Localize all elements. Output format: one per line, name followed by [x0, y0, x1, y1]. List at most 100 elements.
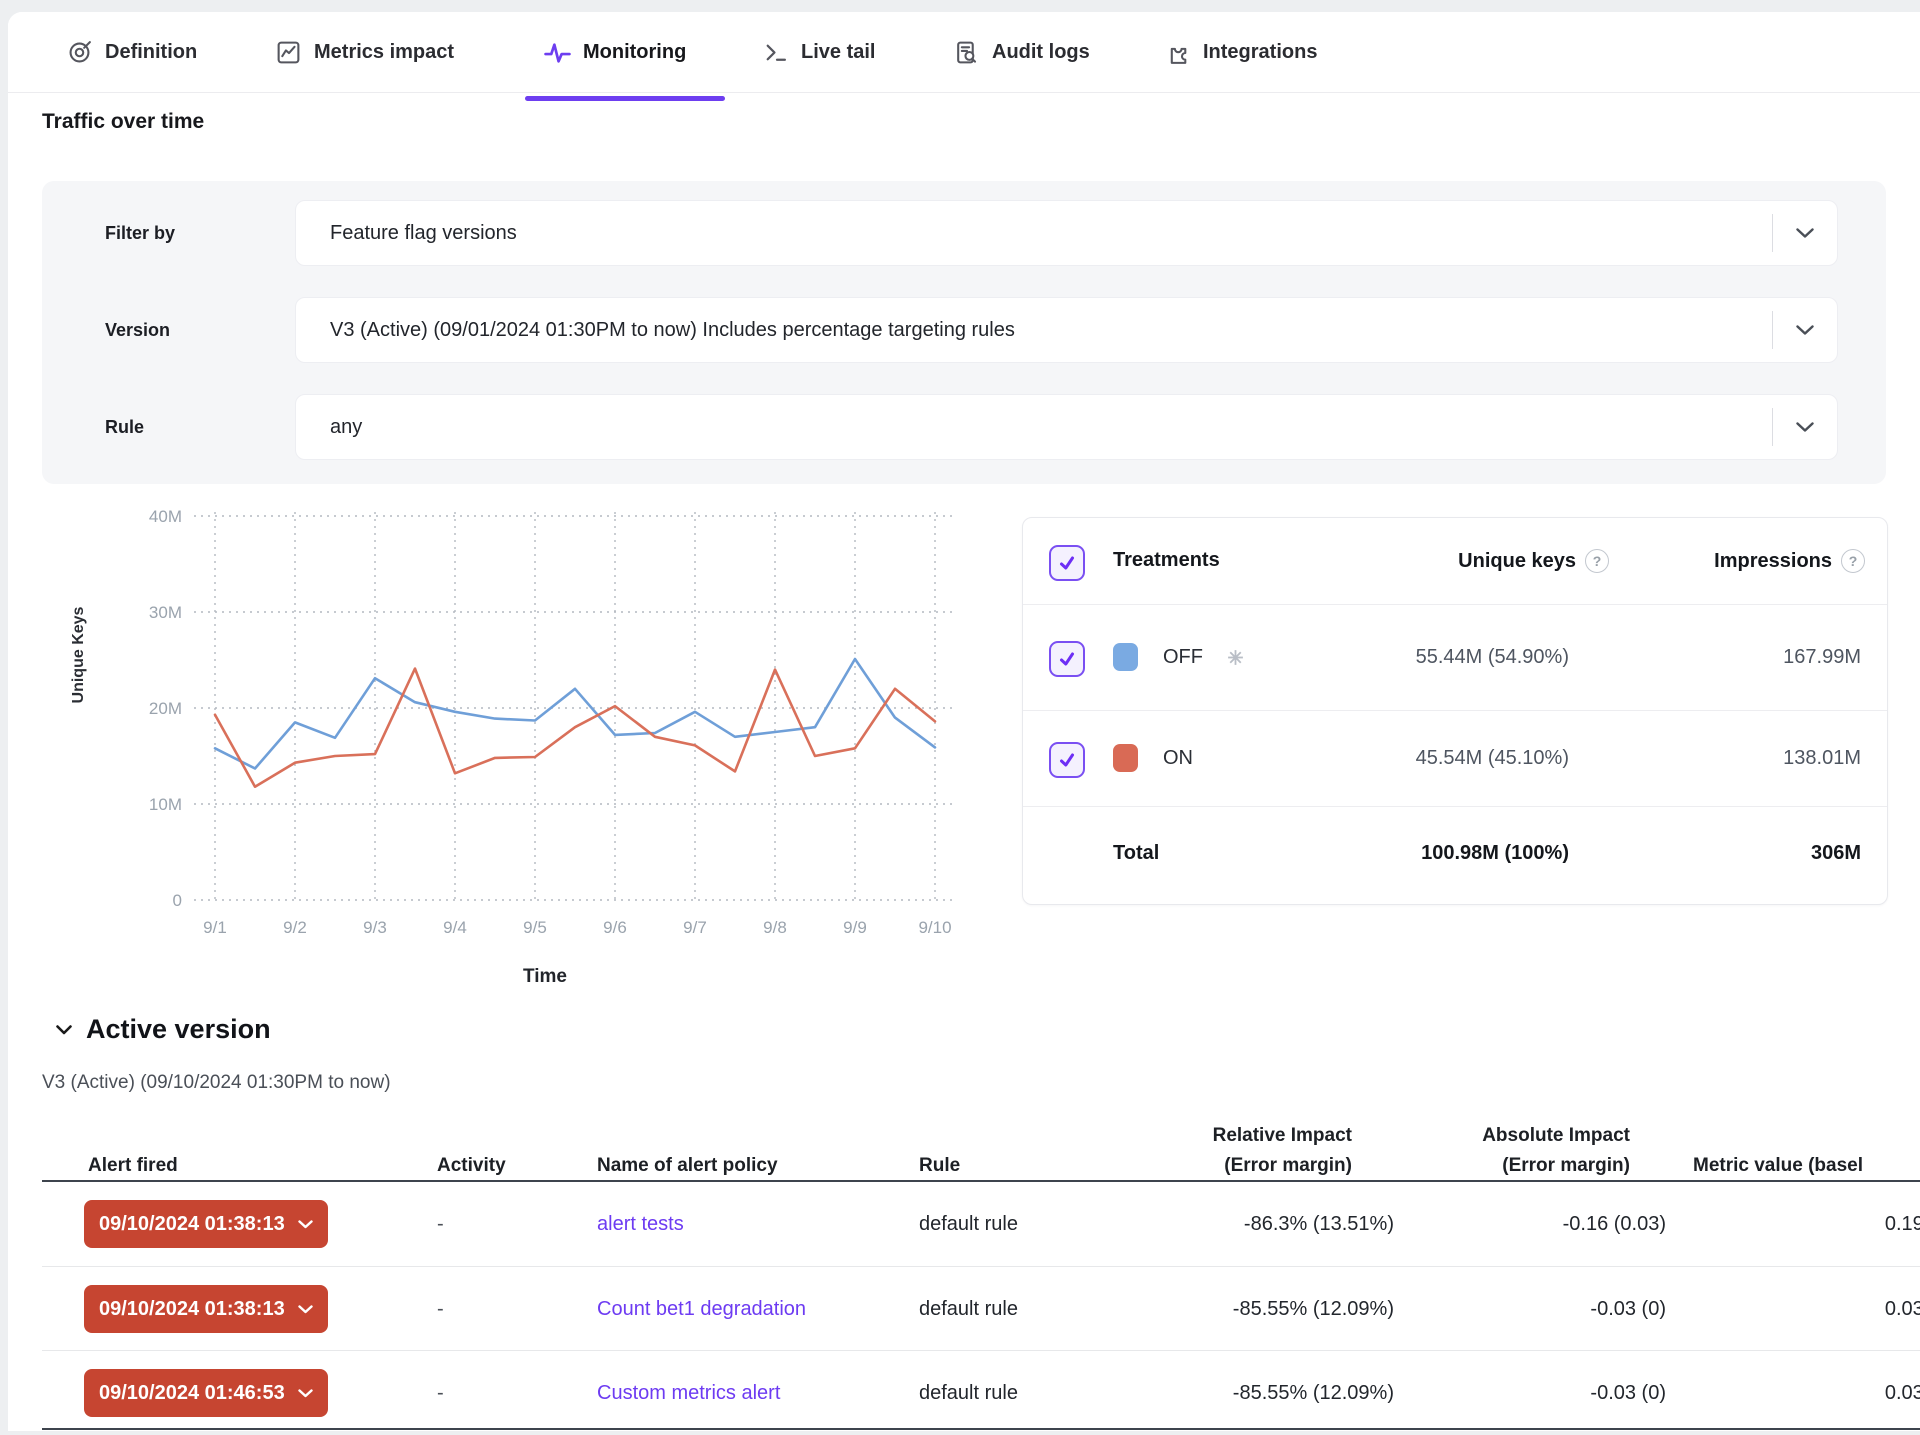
checkmark-icon: [1058, 554, 1076, 572]
rule-label: Rule: [105, 417, 144, 438]
off-checkbox[interactable]: [1049, 641, 1085, 677]
activity-cell: -: [437, 1182, 444, 1266]
page-title: Traffic over time: [42, 110, 204, 134]
active-tab-underline: [525, 96, 725, 101]
alert-policy-link[interactable]: Custom metrics alert: [597, 1382, 780, 1405]
checkmark-icon: [1058, 751, 1076, 769]
treatment-name: ON: [1163, 747, 1193, 770]
tab-monitoring[interactable]: Monitoring: [544, 12, 686, 92]
absolute-impact-cell: -0.03 (0): [1590, 1351, 1666, 1435]
y-tick-label: 10M: [149, 795, 182, 814]
total-label: Total: [1113, 842, 1159, 865]
tab-audit-logs-label: Audit logs: [992, 41, 1090, 64]
x-tick-label: 9/3: [363, 918, 387, 937]
rule-cell: default rule: [919, 1267, 1018, 1351]
alert-fired-badge[interactable]: 09/10/2024 01:38:13: [84, 1200, 328, 1248]
col-policy: Name of alert policy: [597, 1151, 778, 1180]
off-series-swatch: [1113, 643, 1138, 671]
total-unique-keys: 100.98M (100%): [1421, 842, 1569, 865]
active-version-toggle[interactable]: Active version: [56, 1014, 271, 1045]
treatments-header-row: Treatments Unique keys ? Impressions ?: [1023, 518, 1887, 604]
metric-value-cell: 0.03 (: [1885, 1267, 1920, 1351]
col-activity: Activity: [437, 1151, 506, 1180]
chevron-down-icon[interactable]: [1796, 422, 1814, 433]
frozen-asterisk-icon: [1226, 648, 1245, 667]
activity-cell: -: [437, 1351, 444, 1435]
x-tick-label: 9/7: [683, 918, 707, 937]
treatment-row-off: OFF 55.44M (54.90%) 167.99M: [1023, 604, 1887, 711]
tab-definition[interactable]: Definition: [66, 12, 197, 92]
active-version-subtitle: V3 (Active) (09/10/2024 01:30PM to now): [42, 1072, 391, 1094]
on-series-swatch: [1113, 744, 1138, 772]
tab-audit-logs[interactable]: Audit logs: [953, 12, 1090, 92]
alert-policy-link[interactable]: alert tests: [597, 1213, 684, 1236]
chevron-down-icon[interactable]: [1796, 228, 1814, 239]
rule-cell: default rule: [919, 1182, 1018, 1266]
on-unique-keys: 45.54M (45.10%): [1416, 747, 1569, 770]
x-tick-label: 9/2: [283, 918, 307, 937]
filter-panel: Filter by Feature flag versions Version …: [42, 181, 1886, 484]
relative-impact-cell: -86.3% (13.51%): [1244, 1182, 1394, 1266]
x-tick-label: 9/1: [203, 918, 227, 937]
alert-row: 09/10/2024 01:38:13 - alert tests defaul…: [42, 1182, 1920, 1266]
treatments-column-header: Treatments: [1113, 549, 1220, 572]
y-tick-label: 40M: [149, 507, 182, 526]
absolute-impact-cell: -0.03 (0): [1590, 1267, 1666, 1351]
version-value: V3 (Active) (09/01/2024 01:30PM to now) …: [330, 298, 1015, 362]
x-tick-label: 9/8: [763, 918, 787, 937]
integrations-icon: [1164, 39, 1191, 66]
y-tick-label: 20M: [149, 699, 182, 718]
col-alert-fired: Alert fired: [88, 1151, 178, 1180]
filter-by-label: Filter by: [105, 223, 175, 244]
treatment-name: OFF: [1163, 646, 1203, 669]
alert-policy-link[interactable]: Count bet1 degradation: [597, 1298, 806, 1321]
col-rule: Rule: [919, 1151, 960, 1180]
select-divider: [1772, 311, 1773, 349]
metric-value-cell: 0.19 (: [1885, 1182, 1920, 1266]
traffic-line-chart: 010M20M30M40M9/19/29/39/49/59/69/79/89/9…: [42, 502, 1002, 947]
activity-cell: -: [437, 1267, 444, 1351]
tab-bar: Definition Metrics impact Monitoring Liv…: [8, 12, 1920, 93]
alert-fired-badge[interactable]: 09/10/2024 01:46:53: [84, 1369, 328, 1417]
treatment-row-on: ON 45.54M (45.10%) 138.01M: [1023, 710, 1887, 807]
help-icon[interactable]: ?: [1585, 549, 1609, 573]
filter-by-value: Feature flag versions: [330, 201, 517, 265]
series-line-on: [215, 669, 935, 787]
chevron-down-icon: [298, 1389, 313, 1398]
rule-cell: default rule: [919, 1351, 1018, 1435]
relative-impact-cell: -85.55% (12.09%): [1233, 1267, 1394, 1351]
off-impressions: 167.99M: [1783, 646, 1861, 669]
chevron-down-icon[interactable]: [1796, 325, 1814, 336]
tab-live-tail[interactable]: Live tail: [762, 12, 875, 92]
alert-fired-badge[interactable]: 09/10/2024 01:38:13: [84, 1285, 328, 1333]
treatments-total-row: Total 100.98M (100%) 306M: [1023, 806, 1887, 905]
table-bottom-rule: [42, 1428, 1920, 1430]
x-tick-label: 9/9: [843, 918, 867, 937]
on-impressions: 138.01M: [1783, 747, 1861, 770]
y-tick-label: 30M: [149, 603, 182, 622]
alerts-table-header: Alert fired Activity Name of alert polic…: [0, 1104, 1920, 1180]
treatments-select-all-checkbox[interactable]: [1049, 545, 1085, 581]
tab-integrations-label: Integrations: [1203, 41, 1317, 64]
alert-row: 09/10/2024 01:38:13 - Count bet1 degrada…: [42, 1266, 1920, 1351]
tab-metrics-impact[interactable]: Metrics impact: [275, 12, 454, 92]
version-select[interactable]: V3 (Active) (09/01/2024 01:30PM to now) …: [295, 297, 1838, 363]
x-tick-label: 9/5: [523, 918, 547, 937]
live-tail-icon: [762, 39, 789, 66]
filter-by-select[interactable]: Feature flag versions: [295, 200, 1838, 266]
absolute-impact-cell: -0.16 (0.03): [1563, 1182, 1666, 1266]
alert-row: 09/10/2024 01:46:53 - Custom metrics ale…: [42, 1350, 1920, 1435]
total-impressions: 306M: [1811, 842, 1861, 865]
tab-integrations[interactable]: Integrations: [1164, 12, 1317, 92]
version-label: Version: [105, 320, 170, 341]
tab-definition-label: Definition: [105, 41, 197, 64]
metrics-impact-icon: [275, 39, 302, 66]
tab-metrics-impact-label: Metrics impact: [314, 41, 454, 64]
off-unique-keys: 55.44M (54.90%): [1416, 646, 1569, 669]
rule-select[interactable]: any: [295, 394, 1838, 460]
help-icon[interactable]: ?: [1841, 549, 1865, 573]
tab-monitoring-label: Monitoring: [583, 41, 686, 64]
on-checkbox[interactable]: [1049, 742, 1085, 778]
col-metric-value: Metric value (basel: [1693, 1151, 1863, 1180]
chevron-down-icon: [298, 1305, 313, 1314]
